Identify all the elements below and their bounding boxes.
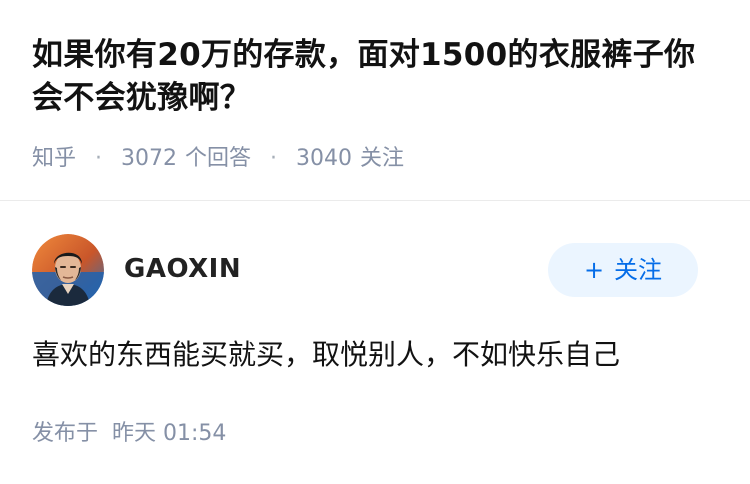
separator-dot: · bbox=[270, 146, 278, 171]
question-title[interactable]: 如果你有20万的存款，面对1500的衣服裤子你会不会犹豫啊？ bbox=[32, 34, 712, 120]
answers-count: 3072 bbox=[121, 146, 178, 171]
answer-author-row: GAOXIN + 关注 bbox=[32, 234, 698, 306]
author-name[interactable]: GAOXIN bbox=[124, 252, 241, 286]
avatar-image-icon bbox=[32, 234, 104, 306]
question-header: 如果你有20万的存款，面对1500的衣服裤子你会不会犹豫啊？ bbox=[32, 34, 712, 120]
avatar[interactable] bbox=[32, 234, 104, 306]
followers-label: 关注 bbox=[360, 146, 405, 171]
page: 如果你有20万的存款，面对1500的衣服裤子你会不会犹豫啊？ 知乎 · 3072… bbox=[0, 0, 750, 484]
separator-dot: · bbox=[95, 146, 103, 171]
follow-button[interactable]: + 关注 bbox=[548, 243, 698, 297]
published-label: 发布于 bbox=[32, 421, 99, 446]
followers-count: 3040 bbox=[296, 146, 353, 171]
follow-button-label: 关注 bbox=[614, 256, 663, 284]
question-meta: 知乎 · 3072 个回答 · 3040 关注 bbox=[32, 143, 404, 175]
published-time: 昨天 01:54 bbox=[112, 421, 227, 446]
answers-label: 个回答 bbox=[185, 146, 252, 171]
source-label[interactable]: 知乎 bbox=[32, 146, 76, 171]
answer-published-time: 发布于 昨天 01:54 bbox=[32, 418, 226, 450]
answer-content[interactable]: 喜欢的东西能买就买，取悦别人，不如快乐自己 bbox=[32, 334, 620, 376]
section-divider bbox=[0, 200, 750, 201]
plus-icon: + bbox=[583, 256, 605, 284]
